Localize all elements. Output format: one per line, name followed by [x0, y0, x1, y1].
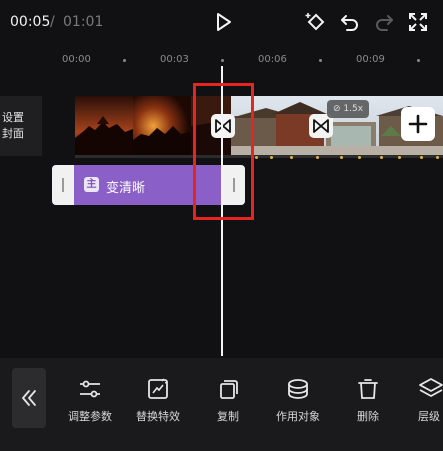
ruler-dot	[319, 59, 322, 62]
ruler-tick: 00:03	[160, 54, 189, 65]
plus-icon	[408, 114, 428, 134]
ruler-dot	[123, 59, 126, 62]
beat-marker	[436, 156, 439, 159]
tool-target-object[interactable]: 作用对象	[264, 376, 332, 430]
tool-label: 替换特效	[136, 410, 180, 423]
beat-marker	[358, 156, 361, 159]
copy-icon	[220, 380, 238, 399]
tool-label: 复制	[217, 410, 239, 423]
collapse-button[interactable]	[12, 368, 46, 428]
tool-replace-effect[interactable]: 替换特效	[124, 376, 192, 430]
audio-beat-line	[75, 155, 443, 158]
tool-label: 层级	[418, 410, 440, 423]
tool-adjust-params[interactable]: 调整参数	[56, 376, 124, 430]
delete-icon	[358, 379, 378, 399]
ruler-tick: 00:00	[62, 54, 91, 65]
speed-icon: ⊘	[333, 104, 341, 114]
ruler-tick: 00:09	[356, 54, 385, 65]
fullscreen-icon[interactable]	[406, 10, 430, 34]
current-time: 00:05	[10, 14, 51, 30]
layers-icon	[419, 378, 443, 397]
sliders-icon	[80, 380, 100, 398]
set-cover-label: 设置 封面	[2, 111, 24, 140]
undo-icon[interactable]	[338, 10, 362, 34]
beat-marker	[316, 156, 319, 159]
beat-marker	[420, 156, 423, 159]
red-highlight-box	[193, 83, 254, 220]
double-chevron-left-icon	[22, 390, 36, 406]
keyframe-icon[interactable]	[304, 10, 328, 34]
clip-trim-handle-left[interactable]	[52, 165, 74, 205]
target-object-icon	[288, 379, 308, 399]
time-separator: /	[50, 14, 55, 30]
ruler-dot	[417, 59, 420, 62]
speed-badge: ⊘ 1.5x	[327, 100, 370, 118]
tool-delete[interactable]: 删除	[334, 376, 402, 430]
tool-label: 作用对象	[276, 410, 320, 423]
beat-marker	[270, 156, 273, 159]
play-icon[interactable]	[211, 10, 235, 34]
replace-effect-icon	[148, 378, 168, 399]
ruler-tick: 00:06	[258, 54, 287, 65]
video-track[interactable]	[75, 96, 443, 156]
effect-type-icon: 主	[84, 177, 99, 192]
effect-clip-name: 变清晰	[106, 181, 146, 196]
beat-marker	[398, 156, 401, 159]
tool-label: 调整参数	[68, 410, 112, 423]
tool-copy[interactable]: 复制	[194, 376, 262, 430]
beat-marker	[290, 156, 293, 159]
beat-marker	[380, 156, 383, 159]
total-time: 01:01	[63, 14, 104, 30]
beat-marker	[340, 156, 343, 159]
beat-marker	[255, 156, 258, 159]
redo-icon[interactable]	[372, 10, 396, 34]
add-clip-button[interactable]	[401, 107, 435, 141]
ruler-dot	[221, 59, 224, 62]
tool-label: 删除	[357, 410, 379, 423]
video-thumbnail	[133, 96, 191, 156]
video-thumbnail	[75, 96, 133, 156]
speed-value: 1.5x	[343, 104, 364, 114]
tool-layers[interactable]: 层级	[404, 376, 443, 430]
